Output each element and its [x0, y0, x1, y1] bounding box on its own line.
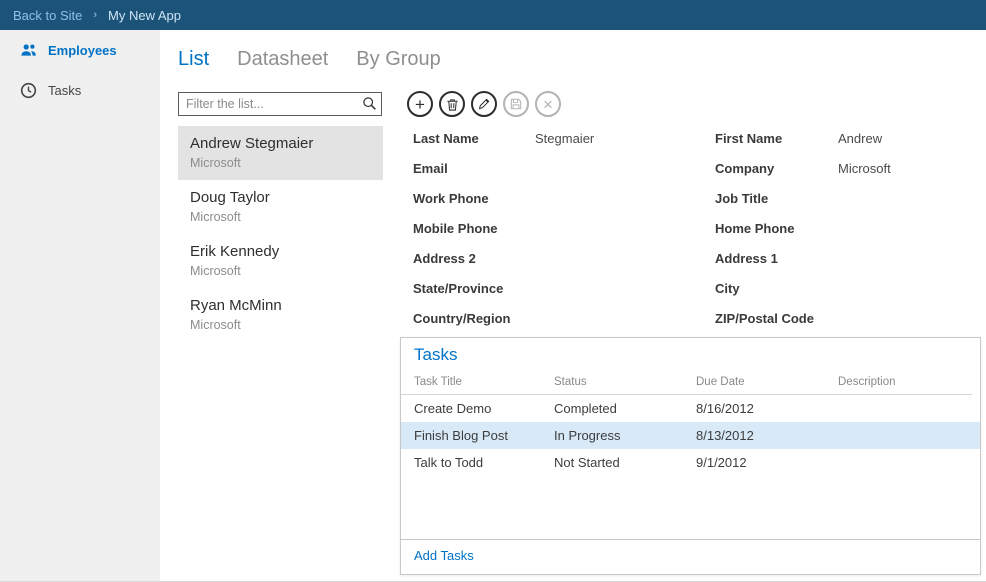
- tasks-table-header: Task Title Status Due Date Description: [401, 376, 972, 395]
- task-due-date-cell: 8/13/2012: [696, 428, 838, 443]
- clock-icon: [20, 82, 37, 99]
- employee-name: Erik Kennedy: [190, 242, 371, 261]
- sidebar-item-label: Tasks: [48, 83, 81, 98]
- back-to-site-link[interactable]: Back to Site: [13, 8, 82, 23]
- table-row[interactable]: Create Demo Completed 8/16/2012: [401, 395, 980, 422]
- field-label: ZIP/Postal Code: [710, 311, 838, 326]
- tasks-panel: Tasks Task Title Status Due Date Descrip…: [400, 337, 981, 575]
- breadcrumb-chevron-icon: ›: [93, 9, 97, 21]
- field-label: Country/Region: [408, 311, 535, 326]
- employee-company: Microsoft: [190, 155, 371, 171]
- field-label: Address 1: [710, 251, 838, 266]
- cancel-edit-button[interactable]: ×: [535, 91, 561, 117]
- view-tabs: List Datasheet By Group: [178, 48, 441, 71]
- task-status-cell: Not Started: [554, 455, 696, 470]
- add-record-button[interactable]: +: [407, 91, 433, 117]
- task-status-cell: Completed: [554, 401, 696, 416]
- field-value: Stegmaier: [535, 131, 710, 146]
- record-toolbar: + ×: [407, 91, 561, 117]
- field-label: Address 2: [408, 251, 535, 266]
- field-label: City: [710, 281, 838, 296]
- people-icon: [20, 42, 37, 59]
- trash-icon: [446, 98, 459, 111]
- column-header-due-date: Due Date: [696, 376, 838, 388]
- field-label: Email: [408, 161, 535, 176]
- list-item[interactable]: Erik Kennedy Microsoft: [178, 234, 383, 288]
- tab-list[interactable]: List: [178, 48, 209, 71]
- column-header-status: Status: [554, 376, 696, 388]
- add-tasks-link[interactable]: Add Tasks: [414, 548, 474, 563]
- record-form: Last Name Stegmaier First Name Andrew Em…: [408, 123, 978, 333]
- filter-input[interactable]: [178, 92, 382, 116]
- employee-name: Ryan McMinn: [190, 296, 371, 315]
- save-icon: [510, 98, 522, 110]
- tasks-panel-footer: Add Tasks: [401, 539, 980, 574]
- employee-company: Microsoft: [190, 209, 371, 225]
- field-label: Work Phone: [408, 191, 535, 206]
- list-item[interactable]: Ryan McMinn Microsoft: [178, 288, 383, 342]
- column-header-description: Description: [838, 376, 964, 388]
- task-due-date-cell: 9/1/2012: [696, 455, 838, 470]
- pencil-icon: [478, 98, 490, 110]
- employee-company: Microsoft: [190, 263, 371, 279]
- field-label: Mobile Phone: [408, 221, 535, 236]
- field-label: Home Phone: [710, 221, 838, 236]
- search-icon[interactable]: [362, 96, 377, 111]
- sidebar-item-employees[interactable]: Employees: [0, 30, 160, 70]
- employee-company: Microsoft: [190, 317, 371, 333]
- field-label: First Name: [710, 131, 838, 146]
- filter-box: [178, 92, 382, 116]
- topbar: Back to Site › My New App: [0, 0, 986, 30]
- tasks-panel-title: Tasks: [401, 338, 980, 365]
- table-row[interactable]: Finish Blog Post In Progress 8/13/2012: [401, 422, 980, 449]
- employee-name: Doug Taylor: [190, 188, 371, 207]
- save-record-button[interactable]: [503, 91, 529, 117]
- field-label: Company: [710, 161, 838, 176]
- tab-by-group[interactable]: By Group: [356, 48, 440, 71]
- edit-record-button[interactable]: [471, 91, 497, 117]
- delete-record-button[interactable]: [439, 91, 465, 117]
- tab-datasheet[interactable]: Datasheet: [237, 48, 328, 71]
- employee-name: Andrew Stegmaier: [190, 134, 371, 153]
- field-value: Andrew: [838, 131, 978, 146]
- cancel-icon: ×: [543, 96, 553, 113]
- task-title-cell: Talk to Todd: [414, 455, 554, 470]
- list-item[interactable]: Andrew Stegmaier Microsoft: [178, 126, 383, 180]
- field-label: State/Province: [408, 281, 535, 296]
- field-label: Last Name: [408, 131, 535, 146]
- field-label: Job Title: [710, 191, 838, 206]
- task-status-cell: In Progress: [554, 428, 696, 443]
- field-value: Microsoft: [838, 161, 978, 176]
- list-item[interactable]: Doug Taylor Microsoft: [178, 180, 383, 234]
- employee-list: Andrew Stegmaier Microsoft Doug Taylor M…: [178, 126, 383, 342]
- task-title-cell: Create Demo: [414, 401, 554, 416]
- column-header-task-title: Task Title: [414, 376, 554, 388]
- sidebar-item-label: Employees: [48, 43, 117, 58]
- task-title-cell: Finish Blog Post: [414, 428, 554, 443]
- table-row[interactable]: Talk to Todd Not Started 9/1/2012: [401, 449, 980, 476]
- app-title: My New App: [108, 8, 181, 23]
- sidebar-item-tasks[interactable]: Tasks: [0, 70, 160, 110]
- plus-icon: +: [415, 96, 425, 113]
- sidebar: Employees Tasks: [0, 30, 160, 581]
- app-window: Back to Site › My New App Employees: [0, 0, 986, 582]
- task-due-date-cell: 8/16/2012: [696, 401, 838, 416]
